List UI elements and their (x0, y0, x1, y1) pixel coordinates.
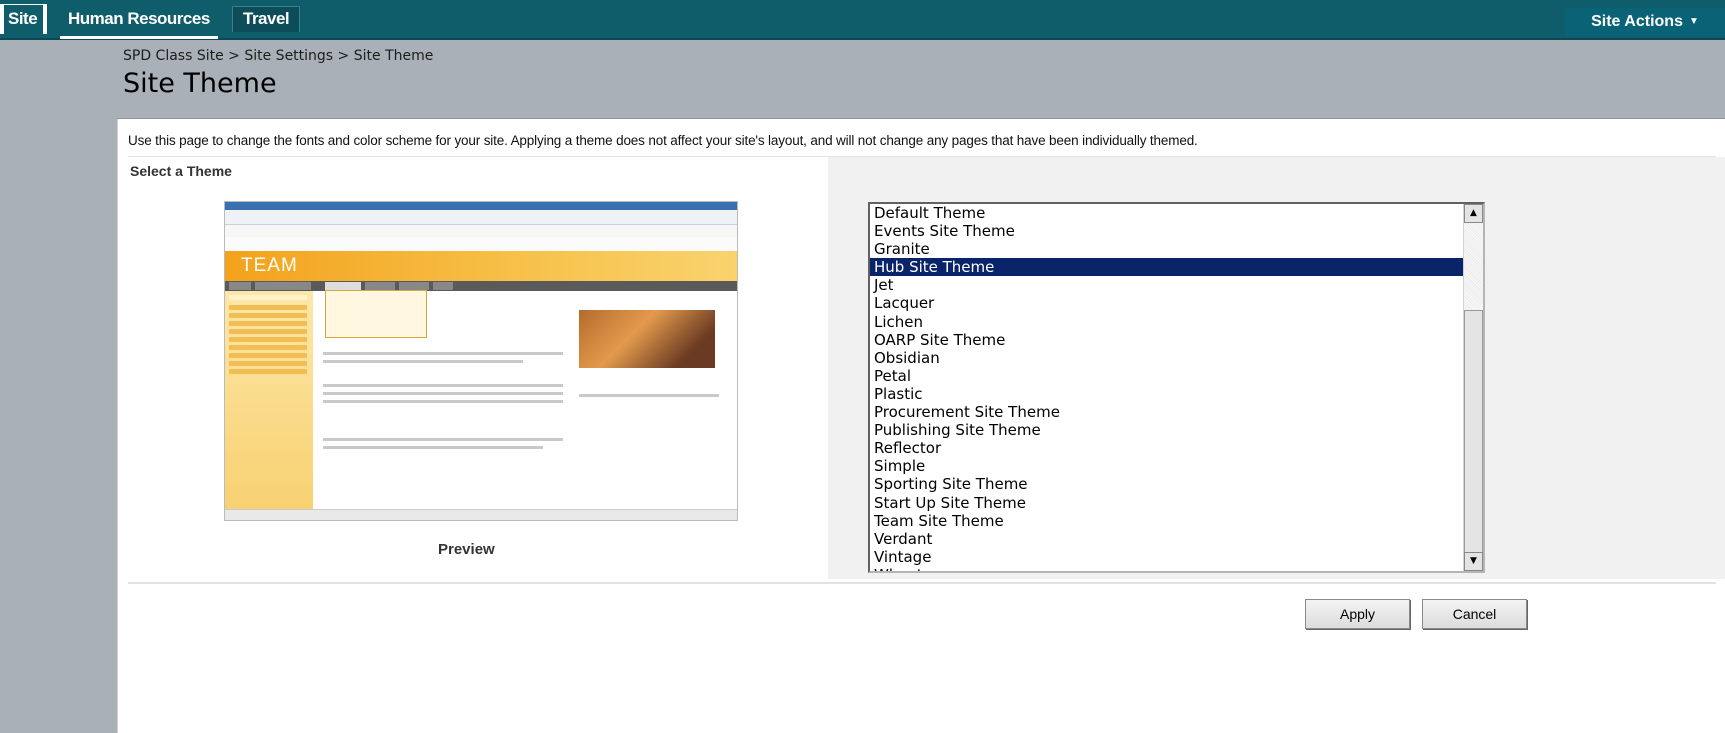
tab-human-resources-label: Human Resources (68, 9, 210, 28)
tab-site[interactable]: Site (0, 4, 48, 35)
cancel-button[interactable]: Cancel (1422, 599, 1527, 629)
preview-dropdown (325, 290, 427, 338)
theme-option[interactable]: Verdant (870, 530, 1470, 548)
scroll-down-arrow-icon[interactable]: ▼ (1464, 552, 1483, 571)
theme-option[interactable]: Lichen (870, 313, 1470, 331)
section-title: Select a Theme (130, 163, 232, 179)
apply-button[interactable]: Apply (1305, 599, 1410, 629)
theme-preview-image: TEAM (224, 201, 738, 521)
preview-row (229, 305, 307, 310)
preview-line (323, 446, 543, 449)
theme-option[interactable]: Default Theme (870, 204, 1470, 222)
theme-option[interactable]: Plastic (870, 385, 1470, 403)
page-header: SPD Class Site > Site Settings > Site Th… (117, 40, 1725, 119)
theme-option[interactable]: Petal (870, 367, 1470, 385)
preview-line (323, 438, 563, 441)
scroll-up-arrow-icon[interactable]: ▲ (1464, 204, 1483, 223)
theme-option[interactable]: OARP Site Theme (870, 331, 1470, 349)
preview-navtab (433, 282, 453, 290)
tab-site-label: Site (4, 5, 44, 35)
preview-navtab (365, 282, 395, 290)
breadcrumb: SPD Class Site > Site Settings > Site Th… (123, 48, 434, 64)
preview-row (229, 345, 307, 350)
site-actions-menu[interactable]: Site Actions ▼ (1565, 8, 1725, 36)
main-content: Use this page to change the fonts and co… (117, 119, 1725, 733)
preview-line (323, 400, 563, 403)
page-description: Use this page to change the fonts and co… (128, 133, 1198, 148)
preview-row (229, 353, 307, 358)
theme-option[interactable]: Obsidian (870, 349, 1470, 367)
divider (128, 582, 1716, 584)
theme-option[interactable]: Granite (870, 240, 1470, 258)
preview-quicklaunch (225, 291, 313, 509)
scroll-thumb[interactable] (1464, 310, 1483, 555)
theme-option[interactable]: Team Site Theme (870, 512, 1470, 530)
preview-navtab (229, 282, 251, 290)
preview-row (229, 361, 307, 366)
theme-option[interactable]: Reflector (870, 439, 1470, 457)
tab-travel[interactable]: Travel (232, 6, 301, 32)
theme-option[interactable]: Wheat (870, 566, 1470, 571)
chevron-down-icon: ▼ (1688, 16, 1699, 27)
preview-toolbar (225, 225, 737, 237)
preview-line (323, 360, 523, 363)
theme-option[interactable]: Lacquer (870, 294, 1470, 312)
preview-navtab (325, 282, 361, 290)
preview-titlebar (225, 202, 737, 210)
preview-row (229, 321, 307, 326)
preview-ribbon (225, 237, 737, 252)
theme-option[interactable]: Hub Site Theme (870, 258, 1470, 277)
listbox-scrollbar[interactable]: ▲ ▼ (1463, 204, 1483, 571)
theme-option[interactable]: Start Up Site Theme (870, 494, 1470, 512)
top-navigation-bar: Site Human Resources Travel Site Actions… (0, 0, 1725, 40)
preview-addressbar (225, 210, 737, 225)
theme-option[interactable]: Jet (870, 276, 1470, 294)
preview-label: Preview (438, 541, 495, 558)
preview-navtab (255, 282, 311, 290)
preview-line (323, 352, 563, 355)
theme-option[interactable]: Procurement Site Theme (870, 403, 1470, 421)
theme-option[interactable]: Publishing Site Theme (870, 421, 1470, 439)
preview-site-title: TEAM (241, 255, 298, 276)
theme-listbox[interactable]: Default Theme Events Site Theme Granite Hub… (868, 202, 1485, 573)
preview-row (229, 295, 307, 300)
preview-row (229, 337, 307, 342)
theme-option[interactable]: Vintage (870, 548, 1470, 566)
preview-banner (225, 251, 737, 281)
preview-navtab (399, 282, 429, 290)
tab-human-resources[interactable]: Human Resources (60, 6, 218, 39)
preview-row (229, 369, 307, 374)
theme-options: Default Theme Events Site Theme Granite Hub… (870, 204, 1483, 571)
preview-row (229, 313, 307, 318)
tab-travel-label: Travel (243, 9, 290, 28)
theme-option[interactable]: Sporting Site Theme (870, 475, 1470, 493)
preview-line (579, 394, 719, 397)
preview-row (229, 329, 307, 334)
theme-option[interactable]: Events Site Theme (870, 222, 1470, 240)
page-title: Site Theme (123, 68, 277, 99)
site-actions-label: Site Actions (1591, 13, 1683, 30)
left-gutter (0, 40, 117, 733)
preview-team-photo (579, 310, 715, 368)
preview-statusbar (225, 509, 737, 520)
preview-line (323, 384, 563, 387)
theme-option[interactable]: Simple (870, 457, 1470, 475)
preview-line (323, 392, 563, 395)
